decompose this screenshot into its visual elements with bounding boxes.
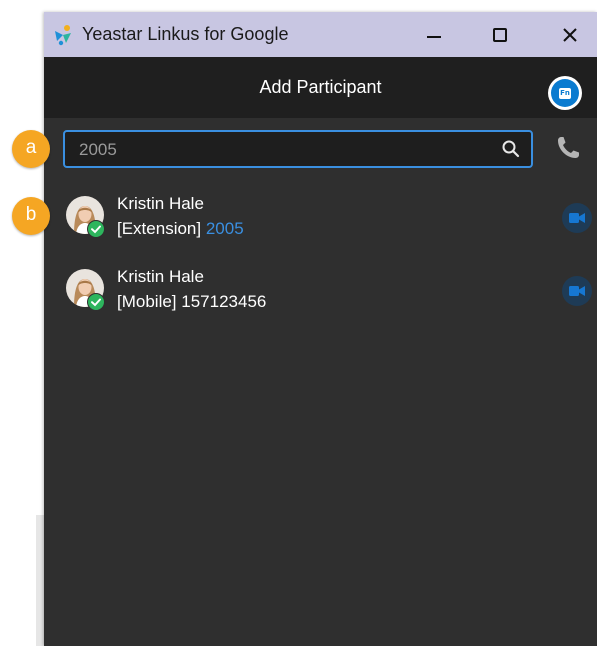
contact-row[interactable]: Kristin Hale [Mobile] 157123456 [44, 263, 597, 323]
video-call-button[interactable] [562, 276, 592, 306]
contact-row[interactable]: Kristin Hale [Extension] 2005 [44, 190, 597, 250]
search-input[interactable] [65, 132, 501, 168]
contact-detail: [Extension] 2005 [117, 219, 244, 239]
contact-detail: [Mobile] 157123456 [117, 292, 266, 312]
minimize-button[interactable] [414, 12, 454, 57]
minimize-icon [427, 35, 441, 38]
callout-a: a [12, 130, 50, 168]
desktop-background [0, 0, 44, 646]
contact-number: 2005 [205, 219, 244, 238]
fn-button[interactable]: Fn [548, 76, 582, 110]
close-button[interactable] [550, 12, 590, 57]
phone-icon[interactable] [554, 134, 582, 162]
presence-available-icon [87, 220, 105, 238]
contact-type-label: [Extension] [117, 219, 202, 238]
window-title: Yeastar Linkus for Google [82, 24, 289, 44]
contact-name: Kristin Hale [117, 194, 204, 213]
presence-available-icon [87, 293, 105, 311]
search-box[interactable] [63, 130, 533, 168]
contact-number: 157123456 [181, 292, 267, 311]
contact-type-label: [Mobile] [117, 292, 177, 311]
screenshot: Yeastar Linkus for Google Add Participan… [0, 0, 597, 646]
video-camera-icon [569, 286, 585, 296]
yeastar-logo-icon [55, 25, 71, 46]
fn-badge-label: Fn [559, 87, 571, 99]
maximize-icon [493, 27, 507, 42]
video-camera-icon [569, 213, 585, 223]
linkus-window: Yeastar Linkus for Google Add Participan… [44, 12, 597, 646]
page-title: Add Participant [259, 77, 382, 97]
search-icon[interactable] [501, 139, 521, 159]
callout-b: b [12, 197, 50, 235]
video-call-button[interactable] [562, 203, 592, 233]
title-bar[interactable]: Yeastar Linkus for Google [44, 12, 597, 57]
page-header: Add Participant Fn [44, 57, 597, 118]
close-icon [563, 27, 577, 42]
contact-name: Kristin Hale [117, 267, 204, 286]
desktop-panel-edge [36, 515, 44, 646]
fn-icon: Fn [551, 79, 579, 107]
maximize-button[interactable] [480, 12, 520, 57]
